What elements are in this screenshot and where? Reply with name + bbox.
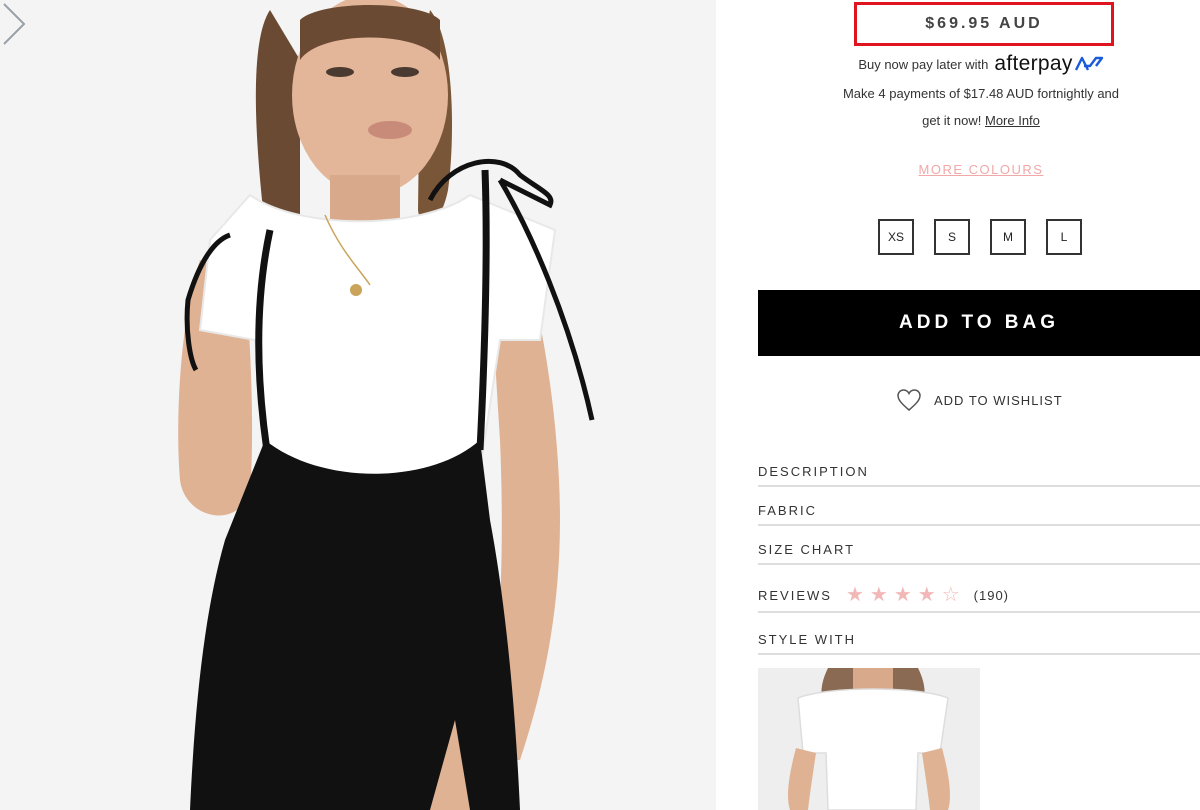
add-to-bag-button[interactable]: ADD TO BAG: [758, 290, 1200, 356]
accordion-fabric[interactable]: FABRIC: [758, 503, 1200, 526]
afterpay-get-it-text: get it now!: [922, 113, 982, 128]
product-photo: [0, 0, 716, 810]
accordion-description[interactable]: DESCRIPTION: [758, 464, 1200, 487]
heart-icon: [897, 389, 921, 411]
size-option-s[interactable]: S: [934, 219, 970, 255]
product-details-panel: $69.95 AUD Buy now pay later with afterp…: [716, 0, 1200, 810]
afterpay-logo: afterpay: [994, 52, 1103, 76]
product-image-gallery: [0, 0, 716, 810]
accordion-style-with[interactable]: STYLE WITH: [758, 632, 1200, 655]
accordion-reviews[interactable]: REVIEWS ★ ★ ★ ★ ☆ (190): [758, 585, 1200, 613]
carousel-next-button[interactable]: [0, 0, 28, 48]
accordion-reviews-label: REVIEWS: [758, 587, 832, 603]
star-icon: ★: [893, 584, 914, 606]
accordion-size-chart-label: SIZE CHART: [758, 542, 856, 557]
afterpay-arrows-icon: [1074, 56, 1103, 71]
style-with-product-thumbnail[interactable]: [758, 668, 980, 810]
wishlist-label: ADD TO WISHLIST: [934, 392, 1063, 408]
add-to-wishlist-button[interactable]: ADD TO WISHLIST: [896, 388, 1063, 412]
accordion-fabric-label: FABRIC: [758, 503, 817, 518]
size-option-l[interactable]: L: [1046, 219, 1082, 255]
star-icon: ★: [869, 584, 890, 606]
rating-stars: ★ ★ ★ ★ ☆: [846, 585, 962, 605]
more-colours-link[interactable]: MORE COLOURS: [716, 162, 1200, 177]
accordion-description-label: DESCRIPTION: [758, 464, 869, 479]
afterpay-payments-text: Make 4 payments of $17.48 AUD fortnightl…: [842, 86, 1120, 101]
half-star-icon: ☆: [941, 584, 962, 606]
afterpay-intro: Buy now pay later with afterpay: [716, 52, 1200, 76]
size-selector: XS S M L: [878, 219, 1082, 255]
size-option-m[interactable]: M: [990, 219, 1026, 255]
size-option-xs[interactable]: XS: [878, 219, 914, 255]
price-highlight-box: $69.95 AUD: [854, 2, 1114, 46]
afterpay-intro-text: Buy now pay later with: [858, 56, 989, 72]
star-icon: ★: [845, 584, 866, 606]
more-info-link[interactable]: More Info: [985, 113, 1040, 128]
accordion-style-with-label: STYLE WITH: [758, 632, 857, 647]
review-count: (190): [973, 587, 1010, 603]
product-price: $69.95 AUD: [925, 15, 1043, 32]
accordion-size-chart[interactable]: SIZE CHART: [758, 542, 1200, 565]
afterpay-get-it-line: get it now! More Info: [716, 113, 1200, 128]
style-with-product-image: [758, 668, 980, 810]
chevron-right-icon: [3, 3, 26, 45]
star-icon: ★: [917, 584, 938, 606]
afterpay-logo-text: afterpay: [994, 52, 1073, 75]
